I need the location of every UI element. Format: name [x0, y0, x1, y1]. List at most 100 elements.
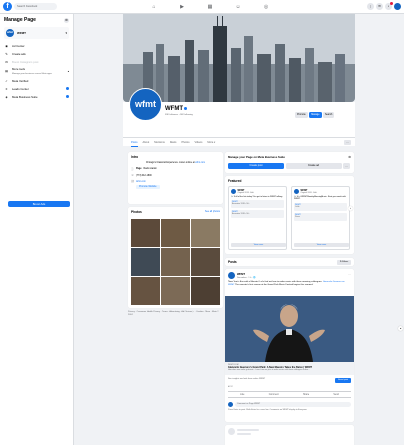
sidebar-item-leads-center[interactable]: ≡ Leads Center [4, 85, 69, 92]
leads-icon: ≡ [5, 86, 8, 91]
gaming-icon[interactable]: ◎ [262, 3, 270, 11]
gear-icon[interactable]: ⚙ [64, 18, 69, 23]
phone-icon: ☏ [131, 174, 135, 177]
promote-page-button[interactable]: Promote [295, 112, 308, 118]
profile-actions: Promote Manage Search [295, 112, 335, 118]
sidebar-item-ad-center[interactable]: ◉ Ad Center [4, 42, 69, 49]
manage-business-suite-card: Manage your Page on Meta Business Suite … [225, 152, 354, 173]
tab-posts[interactable]: Posts [131, 138, 138, 147]
scroll-handle-icon[interactable]: ◂ [398, 326, 403, 331]
sidebar-item-meta-verified[interactable]: ✓ Meta Verified [4, 77, 69, 84]
create-ad-button[interactable]: Create ad [285, 163, 342, 169]
photo-thumbnail[interactable] [191, 219, 220, 247]
view-more-button[interactable]: View more [294, 243, 349, 247]
post-card: WFMT December · 1 h · 🌐 ··· 'New Year's … [225, 269, 354, 422]
tab-mentions[interactable]: Mentions [154, 138, 165, 147]
create-post-button[interactable]: Create post [228, 163, 284, 169]
cover-photo[interactable] [123, 14, 355, 102]
photo-thumbnail[interactable] [161, 219, 190, 247]
next-post-placeholder [225, 425, 354, 445]
suite-icon: ◈ [5, 94, 8, 99]
post-image[interactable] [225, 296, 354, 362]
menu-icon[interactable]: ⋮ [367, 3, 374, 10]
boost-post-button[interactable]: Boost post [335, 378, 351, 383]
photo-thumbnail[interactable] [131, 219, 160, 247]
search-page-button[interactable]: Search [323, 112, 335, 118]
featured-item-header: WFMT Original 2018 · Edit [231, 189, 284, 194]
featured-item[interactable]: WFMT Original 2018 · Edit 🎶 Full of the … [228, 186, 287, 250]
ad-icon: ◉ [5, 43, 8, 48]
manage-page-button[interactable]: Manage [309, 112, 322, 118]
photo-thumbnail[interactable] [191, 277, 220, 305]
photo-thumbnail[interactable] [191, 248, 220, 276]
facebook-logo[interactable]: f [3, 2, 12, 11]
view-more-button[interactable]: View more [231, 243, 286, 247]
more-options-button[interactable]: ··· [344, 140, 351, 145]
share-button[interactable]: Share [303, 394, 309, 396]
page-tabs: Posts About Mentions Reels Photos Videos… [123, 137, 355, 147]
featured-item-link[interactable]: WFMT Bernstein 1918 • 90... [231, 200, 284, 209]
tab-about[interactable]: About [143, 138, 150, 147]
intro-link[interactable]: wfmt.com [195, 162, 205, 164]
sidebar-item-create-ads[interactable]: ✎ Create ads [4, 50, 69, 57]
chevron-right-icon[interactable]: › [348, 206, 353, 211]
insights-link[interactable]: See insights and ads from earlier WFMT [228, 378, 265, 383]
tab-videos[interactable]: Videos [195, 138, 203, 147]
featured-item-link[interactable]: WFMT Bernstein 1918 • 90... [231, 210, 284, 219]
post-time[interactable]: December · 1 h · 🌐 [237, 276, 256, 279]
follower-stats[interactable]: 59K followers • 962 following [165, 114, 193, 116]
more-actions-button[interactable]: ··· [343, 163, 350, 169]
featured-title: Featured [228, 179, 242, 183]
intro-row-value: Radio station [143, 168, 157, 170]
filters-button[interactable]: ⚙ Filters [337, 259, 351, 265]
sidebar-item-label: Boost Instagram post [12, 59, 39, 64]
like-button[interactable]: Like [240, 394, 244, 396]
featured-item[interactable]: WFMT Original 2020 · Edit 🎶 It's #WFMTMo… [291, 186, 350, 250]
reaction-count[interactable]: ❤ 12 [228, 386, 233, 388]
send-button[interactable]: Send [333, 394, 338, 396]
sidebar-title: Manage Page [4, 17, 36, 23]
post-actions: Like Comment Share Send [228, 391, 351, 398]
home-icon[interactable]: ⌂ [150, 3, 158, 11]
marketplace-icon[interactable]: ▦ [206, 3, 214, 11]
pencil-icon: ✎ [5, 51, 8, 56]
photo-thumbnail[interactable] [161, 248, 190, 276]
groups-icon[interactable]: ☺ [234, 3, 242, 11]
comment-input[interactable]: Comment as Page WFMT [235, 401, 351, 407]
promote-button[interactable]: Boost Ads [8, 201, 70, 207]
avatar[interactable] [228, 272, 235, 279]
gear-icon[interactable]: ⚙ [348, 155, 351, 159]
post-body-tail: The maestro's first season at the Grand … [234, 283, 314, 286]
manage-card-actions: Create post Create ad ··· [228, 163, 350, 169]
messenger-icon[interactable]: ✉ [376, 3, 383, 10]
video-icon[interactable]: ▶ [178, 3, 186, 11]
post-insights-row: See insights and ads from earlier WFMT B… [228, 378, 351, 383]
featured-item-link[interactable]: WFMT Cello [294, 202, 347, 211]
tab-more[interactable]: More ▾ [207, 138, 215, 147]
comment-hint: Press Enter to post. Shift+Enter for a n… [228, 409, 308, 411]
promote-website-button[interactable]: Promote Website [136, 185, 160, 189]
photo-thumbnail[interactable] [131, 248, 160, 276]
manage-page-sidebar: Manage Page ⚙ wfmt WFMT ▾ ◉ Ad Center ✎ … [0, 14, 74, 445]
website-link[interactable]: wfmt.com [136, 181, 146, 183]
intro-description: Chicago's Classical Experience. Listen o… [131, 162, 220, 164]
sidebar-item-label: Ad Center [12, 43, 25, 48]
tab-reels[interactable]: Reels [170, 138, 177, 147]
see-all-photos-link[interactable]: See all photos [205, 210, 220, 213]
photo-thumbnail[interactable] [161, 277, 190, 305]
profile-picture[interactable]: wfmt [129, 88, 162, 121]
notifications-icon[interactable]: ♪ [385, 2, 393, 10]
avatar [228, 428, 235, 435]
sidebar-item-business-suite[interactable]: ◈ Meta Business Suite [4, 93, 69, 100]
sidebar-item-more-tools[interactable]: ▤ More tools Manage your business across… [4, 66, 69, 76]
photo-thumbnail[interactable] [131, 277, 160, 305]
search-input[interactable]: Search Facebook [14, 3, 57, 10]
featured-item-text: 🎶 It's #WFMTMondayMorningMusic. Start yo… [294, 195, 346, 201]
post-options-icon[interactable]: ··· [348, 272, 351, 276]
link-preview[interactable]: WFMT.COM Giancarlo Guerrero's Grand Park… [225, 362, 354, 375]
featured-item-link[interactable]: WFMT Piano [294, 212, 347, 221]
page-switcher[interactable]: wfmt WFMT ▾ [4, 27, 69, 39]
comment-button[interactable]: Comment [269, 394, 279, 396]
account-icon[interactable] [394, 3, 401, 10]
tab-photos[interactable]: Photos [181, 138, 189, 147]
